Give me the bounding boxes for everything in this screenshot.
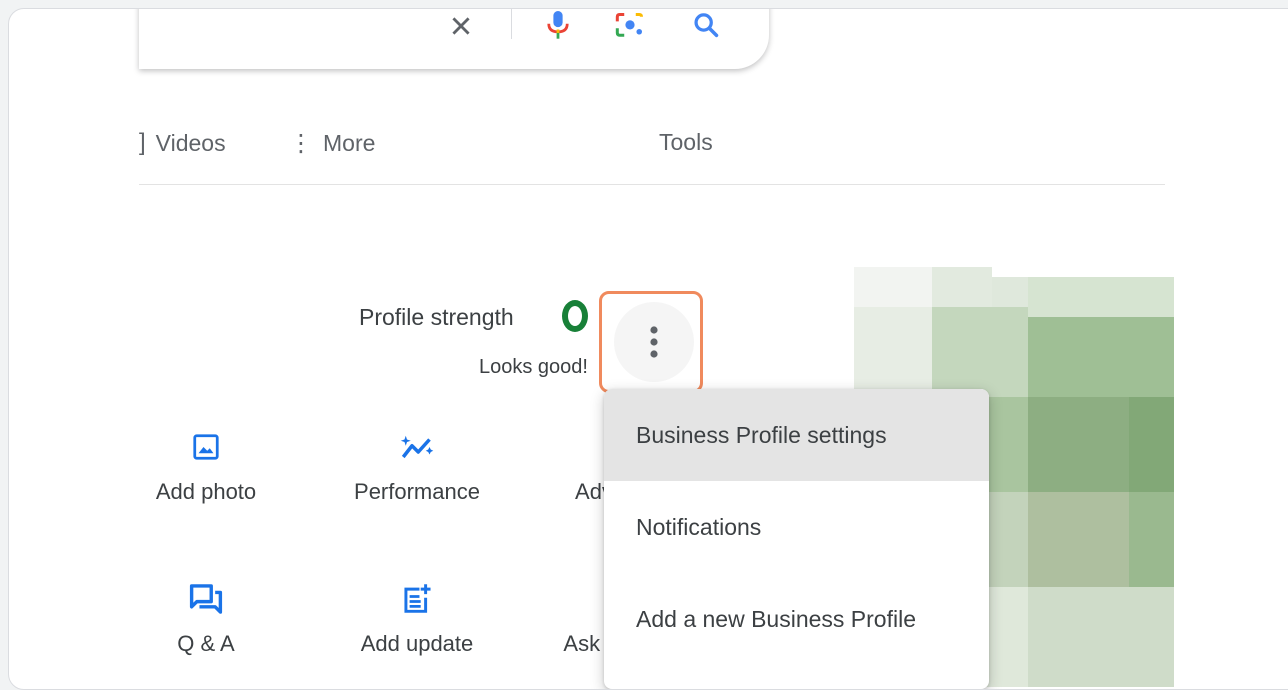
microphone-icon[interactable] — [541, 9, 575, 43]
add-photo-button[interactable]: Add photo — [126, 427, 286, 505]
close-icon[interactable] — [444, 9, 478, 43]
profile-strength-ring-icon — [562, 300, 588, 332]
video-icon: ] — [139, 129, 146, 156]
lens-icon[interactable] — [613, 9, 647, 43]
more-options-button[interactable] — [614, 302, 694, 382]
more-vertical-icon: ⋮ — [289, 130, 313, 157]
performance-button[interactable]: Performance — [337, 427, 497, 505]
tab-videos[interactable]: ] Videos — [139, 129, 226, 157]
menu-item-add-new-business-profile[interactable]: Add a new Business Profile — [604, 573, 989, 665]
tab-tools[interactable]: Tools — [659, 129, 713, 156]
more-vertical-icon — [650, 326, 658, 358]
q-and-a-button[interactable]: Q & A — [126, 579, 286, 657]
more-options-highlight — [599, 291, 703, 393]
profile-strength-label: Profile strength — [359, 304, 514, 330]
search-tabs: ] Videos ⋮ More Tools — [139, 119, 1165, 185]
search-divider — [511, 9, 512, 39]
tab-more[interactable]: ⋮ More — [289, 129, 375, 158]
forum-icon — [189, 579, 223, 619]
menu-item-business-profile-settings[interactable]: Business Profile settings — [604, 389, 989, 481]
trending-sparkle-icon — [399, 427, 435, 467]
profile-status-text: Looks good! — [479, 356, 588, 378]
post-add-icon — [402, 579, 432, 619]
search-box — [139, 9, 769, 69]
search-icon[interactable] — [689, 9, 723, 43]
image-icon — [191, 427, 221, 467]
browser-frame: ] Videos ⋮ More Tools Profile strength L… — [8, 8, 1288, 690]
add-update-button[interactable]: Add update — [337, 579, 497, 657]
options-menu: Business Profile settings Notifications … — [604, 389, 989, 689]
menu-item-notifications[interactable]: Notifications — [604, 481, 989, 573]
